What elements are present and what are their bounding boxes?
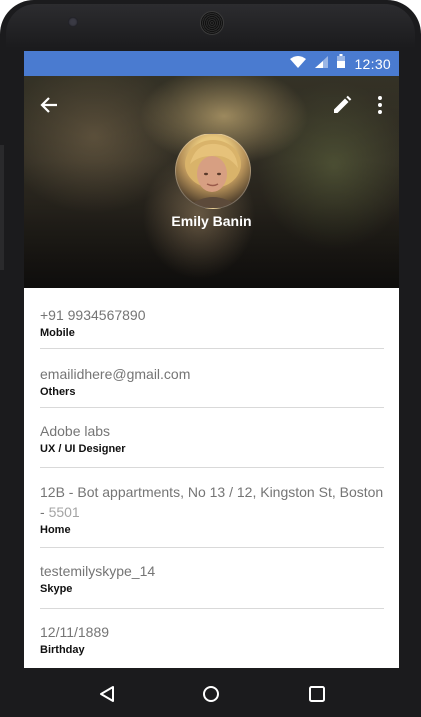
- status-time: 12:30: [354, 55, 391, 72]
- navigation-bar: [0, 668, 421, 717]
- contact-header: Emily Banin: [24, 76, 399, 288]
- more-vertical-icon: [378, 96, 382, 114]
- detail-item-email[interactable]: emailidhere@gmail.com Others: [40, 349, 384, 408]
- nav-back-button[interactable]: [95, 682, 119, 706]
- birthday-date: 12/11/1889: [40, 624, 110, 640]
- arrow-back-icon: [40, 97, 57, 113]
- cellular-signal-icon: [315, 55, 329, 73]
- address-type-label: Home: [40, 524, 71, 536]
- address-zip: 5501: [48, 504, 80, 520]
- wifi-icon: [290, 55, 307, 73]
- job-title-label: UX / UI Designer: [40, 443, 126, 455]
- avatar-photo: [185, 140, 241, 208]
- detail-item-organization[interactable]: Adobe labs UX / UI Designer: [40, 408, 384, 468]
- contact-name: Emily Banin: [171, 213, 252, 229]
- email-address: emailidhere@gmail.com: [40, 366, 191, 382]
- phone-number: +91 9934567890: [40, 307, 146, 323]
- pencil-icon: [334, 95, 352, 113]
- phone-frame: 12:30 Emily Banin +91 9934567890 Mobile …: [0, 0, 421, 717]
- edit-button[interactable]: [327, 90, 357, 120]
- detail-item-phone[interactable]: +91 9934567890 Mobile: [40, 288, 384, 349]
- more-options-button[interactable]: [370, 90, 390, 120]
- organization-name: Adobe labs: [40, 423, 111, 439]
- skype-id: testemilyskype_14: [40, 563, 156, 579]
- address: 12B - Bot appartments, No 13 / 12, Kings…: [40, 468, 384, 522]
- status-icons: 12:30: [290, 51, 391, 76]
- earpiece-speaker: [200, 11, 224, 35]
- phone-type-label: Mobile: [40, 327, 75, 339]
- address-text: 12B - Bot appartments, No 13 / 12, Kings…: [40, 484, 384, 520]
- contact-details-list: +91 9934567890 Mobile emailidhere@gmail.…: [24, 288, 399, 668]
- detail-item-skype[interactable]: testemilyskype_14 Skype: [40, 548, 384, 609]
- nav-recents-button[interactable]: [305, 682, 329, 706]
- detail-item-birthday[interactable]: 12/11/1889 Birthday: [40, 609, 384, 668]
- nav-home-button[interactable]: [199, 682, 223, 706]
- triangle-back-icon: [100, 686, 114, 702]
- side-button: [0, 145, 4, 270]
- circle-home-icon: [203, 686, 219, 702]
- email-type-label: Others: [40, 386, 76, 398]
- back-button[interactable]: [34, 90, 64, 120]
- skype-label: Skype: [40, 583, 73, 595]
- detail-item-address[interactable]: 12B - Bot appartments, No 13 / 12, Kings…: [40, 468, 384, 548]
- screen: 12:30 Emily Banin +91 9934567890 Mobile …: [24, 51, 399, 668]
- front-camera: [68, 17, 78, 27]
- contact-avatar: [175, 133, 251, 209]
- battery-icon: [337, 54, 346, 73]
- square-recents-icon: [309, 686, 325, 702]
- status-bar: 12:30: [24, 51, 399, 76]
- birthday-label: Birthday: [40, 644, 85, 656]
